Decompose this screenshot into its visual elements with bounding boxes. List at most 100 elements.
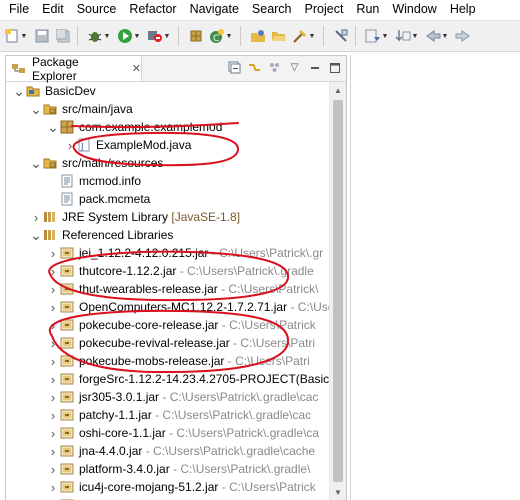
tree-item-path: - C:\Users\Patrick\ [217,282,319,296]
tree-item[interactable]: › OpenComputers-MC1.12.2-1.7.2.71.jar - C… [6,298,346,316]
toggle-mark-occurrences-icon[interactable] [332,28,349,45]
link-with-editor-icon[interactable] [247,60,262,75]
new-icon[interactable] [3,28,20,45]
tree-item-label: jei_1.12.2-4.12.0.215.jar - C:\Users\Pat… [79,246,324,260]
chevron-right-icon[interactable]: › [48,424,58,442]
menu-project[interactable]: Project [299,0,351,18]
close-icon[interactable]: ✕ [132,62,141,75]
vertical-scrollbar[interactable]: ▲ ▼ [329,82,346,500]
new-java-package-icon[interactable] [187,28,204,45]
menu-run[interactable]: Run [350,0,386,18]
search-dropdown-icon[interactable]: ▼ [309,28,316,45]
chevron-down-icon[interactable]: ⌄ [13,82,25,100]
tree-item[interactable]: ⌄ src/main/resources [6,154,344,172]
tree-item[interactable]: › pokecube-mobs-release.jar - C:\Users\Pa… [6,352,344,370]
tree-item[interactable]: › J ExampleMod.java [6,136,344,154]
new-class-icon[interactable]: C [208,28,225,45]
tree-item[interactable]: › thutcore-1.12.2.jar - C:\Users\Patrick\… [6,262,344,280]
menu-window[interactable]: Window [386,0,443,18]
toolbar-separator [240,26,241,46]
open-type-icon[interactable] [249,28,266,45]
chevron-right-icon[interactable]: › [48,280,58,298]
next-annotation-icon[interactable] [364,28,381,45]
tree-item[interactable]: › pokecube-core-release.jar - C:\Users\Pa… [6,316,344,334]
back-dropdown-icon[interactable]: ▼ [442,28,449,45]
tree-item[interactable]: › forgeSrc-1.12.2-14.23.4.2705-PROJECT(Ba… [6,370,344,388]
forward-icon[interactable] [454,28,471,45]
tree-item[interactable]: › icu4j-core-mojang-51.2.jar - C:\Users\P… [6,478,344,496]
scroll-up-button[interactable]: ▲ [330,82,346,98]
debug-dropdown-icon[interactable]: ▼ [104,28,111,45]
tree-item[interactable]: mcmod.info [6,172,344,190]
menu-file[interactable]: File [0,0,36,18]
tree-item[interactable]: › jna-4.4.0.jar - C:\Users\Patrick\.gradl… [6,442,344,460]
prev-annotation-icon[interactable] [394,28,411,45]
menu-help[interactable]: Help [444,0,483,18]
debug-icon[interactable] [86,28,103,45]
menu-refactor[interactable]: Refactor [123,0,183,18]
tree-item[interactable]: › thut-wearables-release.jar - C:\Users\P… [6,280,344,298]
tree-item-path: - C:\Users\Patrick\.gradle\ [169,462,311,476]
tree-item[interactable]: › JRE System Library [JavaSE-1.8] [6,208,344,226]
chevron-right-icon[interactable]: › [48,442,58,460]
tree-item[interactable]: › jei_1.12.2-4.12.0.215.jar - C:\Users\Pa… [6,244,344,262]
chevron-right-icon[interactable]: › [48,370,58,388]
focus-on-active-task-icon[interactable] [267,60,282,75]
menu-search[interactable]: Search [246,0,299,18]
tab-package-explorer[interactable]: Package Explorer ✕ [6,56,142,83]
chevron-right-icon[interactable]: › [48,334,58,352]
tree-item[interactable]: › platform-3.4.0.jar - C:\Users\Patrick\.… [6,460,344,478]
chevron-down-icon[interactable]: ⌄ [30,100,42,118]
menu-source[interactable]: Source [71,0,124,18]
chevron-right-icon[interactable]: › [48,406,58,424]
chevron-right-icon[interactable]: › [48,478,58,496]
chevron-right-icon[interactable]: › [48,262,58,280]
next-annotation-dropdown-icon[interactable]: ▼ [382,28,389,45]
open-folder-icon[interactable] [270,28,287,45]
chevron-right-icon[interactable]: › [48,352,58,370]
tree-item[interactable]: › jsr305-3.0.1.jar - C:\Users\Patrick\.gr… [6,388,344,406]
tree-item[interactable]: › pokecube-revival-release.jar - C:\Users… [6,334,344,352]
run-dropdown-icon[interactable]: ▼ [134,28,141,45]
tree-item[interactable]: pack.mcmeta [6,190,344,208]
tree-item[interactable]: › oshi-core-1.1.jar - C:\Users\Patrick\.g… [6,424,344,442]
chevron-down-icon[interactable]: ⌄ [47,118,59,136]
tree-item[interactable]: › [6,496,344,500]
chevron-right-icon[interactable]: › [65,136,75,154]
save-all-icon[interactable] [54,28,71,45]
search-icon[interactable] [291,28,308,45]
external-tools-icon[interactable] [146,28,163,45]
tree-item[interactable]: ⌄ Referenced Libraries [6,226,344,244]
back-icon[interactable] [424,28,441,45]
tree-item[interactable]: › patchy-1.1.jar - C:\Users\Patrick\.grad… [6,406,344,424]
new-dropdown-icon[interactable]: ▼ [21,28,28,45]
chevron-right-icon[interactable]: › [48,388,58,406]
chevron-down-icon[interactable]: ⌄ [30,154,42,172]
minimize-icon[interactable] [307,60,322,75]
tree-item[interactable]: ⌄ com.example.examplemod [6,118,344,136]
jar-icon [60,372,74,386]
editor-area [350,55,520,499]
save-icon[interactable] [33,28,50,45]
chevron-right-icon[interactable]: › [31,208,41,226]
chevron-right-icon[interactable]: › [48,496,58,500]
menu-edit[interactable]: Edit [36,0,71,18]
maximize-icon[interactable] [327,60,342,75]
chevron-down-icon[interactable]: ⌄ [30,226,42,244]
collapse-all-icon[interactable] [227,60,242,75]
chevron-right-icon[interactable]: › [48,460,58,478]
menu-navigate[interactable]: Navigate [184,0,246,18]
new-class-dropdown-icon[interactable]: ▼ [226,28,233,45]
run-icon[interactable] [116,28,133,45]
tree-item[interactable]: ⌄ src/main/java [6,100,344,118]
tree-item-label: pokecube-revival-release.jar - C:\Users\… [79,336,316,350]
scroll-down-button[interactable]: ▼ [330,484,346,500]
chevron-right-icon[interactable]: › [48,244,58,262]
external-tools-dropdown-icon[interactable]: ▼ [164,28,171,45]
prev-annotation-dropdown-icon[interactable]: ▼ [412,28,419,45]
scrollbar-thumb[interactable] [333,100,343,482]
chevron-right-icon[interactable]: › [48,316,58,334]
chevron-right-icon[interactable]: › [48,298,58,316]
tree-item[interactable]: ⌄ BasicDev [6,82,344,100]
view-menu-icon[interactable]: ▽ [287,60,302,75]
